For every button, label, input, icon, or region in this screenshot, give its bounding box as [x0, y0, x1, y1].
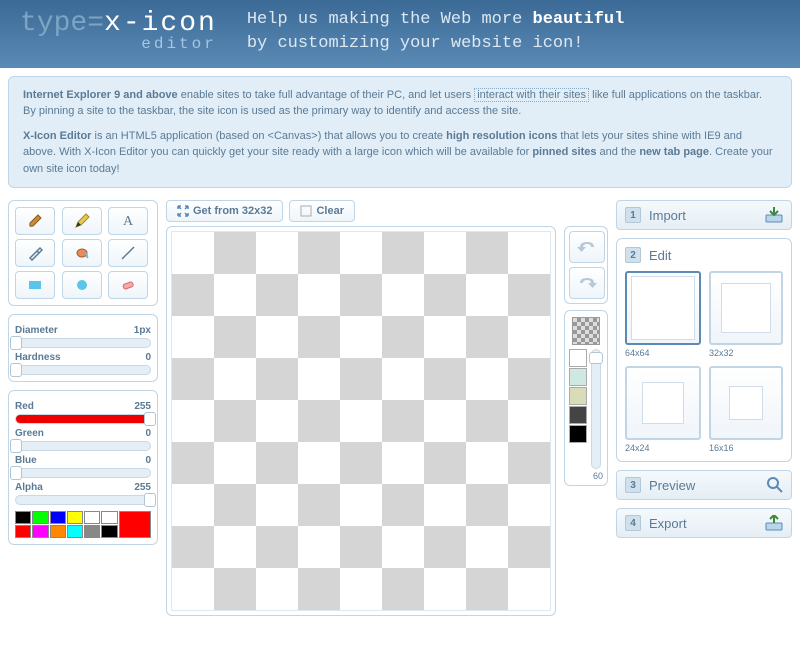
bucket-icon [74, 245, 90, 261]
magnify-icon [767, 477, 783, 493]
bucket-tool[interactable] [62, 239, 102, 267]
red-slider[interactable] [15, 414, 151, 424]
clear-button[interactable]: Clear [289, 200, 355, 222]
alpha-preview [572, 317, 600, 345]
eraser-tool[interactable] [108, 271, 148, 299]
redo-icon [577, 275, 597, 291]
info-box: Internet Explorer 9 and above enable sit… [8, 76, 792, 189]
tools-panel: A [8, 200, 158, 306]
eyedropper-icon [27, 245, 43, 261]
fill-slider[interactable] [591, 349, 601, 469]
redo-button[interactable] [569, 267, 605, 299]
swatch[interactable] [101, 511, 117, 524]
swatch[interactable] [67, 525, 83, 538]
import-button[interactable]: 1 Import [616, 200, 792, 230]
export-icon [765, 515, 783, 531]
swatch[interactable] [84, 511, 100, 524]
brush-tool[interactable] [15, 207, 55, 235]
brush-sliders-panel: Diameter1pxHardness0 [8, 314, 158, 382]
edit-panel: 2 Edit 64x6432x3224x2416x16 [616, 238, 792, 462]
pencil-icon [74, 213, 90, 229]
pencil-tool[interactable] [62, 207, 102, 235]
swatch[interactable] [32, 525, 48, 538]
brush-icon [27, 213, 43, 229]
side-swatch[interactable] [569, 406, 587, 424]
rectangle-icon [27, 277, 43, 293]
svg-text:A: A [123, 214, 134, 229]
size-64x64[interactable]: 64x64 [625, 271, 701, 358]
alpha-slider[interactable] [15, 495, 151, 505]
text-icon: A [120, 213, 136, 229]
logo: type=x-icon editor [20, 8, 217, 53]
swatch[interactable] [50, 511, 66, 524]
rectangle-tool[interactable] [15, 271, 55, 299]
swatch[interactable] [67, 511, 83, 524]
fill-value: 60 [569, 471, 603, 481]
blue-slider[interactable] [15, 468, 151, 478]
current-color [119, 511, 152, 538]
side-swatch[interactable] [569, 368, 587, 386]
line-icon [120, 245, 136, 261]
swatch[interactable] [84, 525, 100, 538]
eyedropper-tool[interactable] [15, 239, 55, 267]
circle-icon [74, 277, 90, 293]
get-from-button[interactable]: Get from 32x32 [166, 200, 283, 222]
size-24x24[interactable]: 24x24 [625, 366, 701, 453]
side-swatch[interactable] [569, 387, 587, 405]
undo-button[interactable] [569, 231, 605, 263]
tagline: Help us making the Web more beautiful by… [247, 8, 624, 56]
diameter-slider[interactable] [15, 338, 151, 348]
size-32x32[interactable]: 32x32 [709, 271, 783, 358]
import-icon [765, 207, 783, 223]
expand-icon [177, 205, 189, 217]
swatch[interactable] [15, 525, 31, 538]
preview-button[interactable]: 3 Preview [616, 470, 792, 500]
circle-tool[interactable] [62, 271, 102, 299]
line-tool[interactable] [108, 239, 148, 267]
clear-icon [300, 205, 312, 217]
text-tool[interactable]: A [108, 207, 148, 235]
hardness-slider[interactable] [15, 365, 151, 375]
side-swatch[interactable] [569, 349, 587, 367]
interact-link[interactable]: interact with their sites [474, 88, 589, 102]
undo-icon [577, 239, 597, 255]
export-button[interactable]: 4 Export [616, 508, 792, 538]
color-sliders-panel: Red255Green0Blue0Alpha255 [8, 390, 158, 545]
pixel-canvas[interactable] [171, 231, 551, 611]
swatch[interactable] [101, 525, 117, 538]
size-16x16[interactable]: 16x16 [709, 366, 783, 453]
side-swatch[interactable] [569, 425, 587, 443]
swatch[interactable] [32, 511, 48, 524]
eraser-icon [120, 277, 136, 293]
green-slider[interactable] [15, 441, 151, 451]
swatch[interactable] [15, 511, 31, 524]
swatch[interactable] [50, 525, 66, 538]
